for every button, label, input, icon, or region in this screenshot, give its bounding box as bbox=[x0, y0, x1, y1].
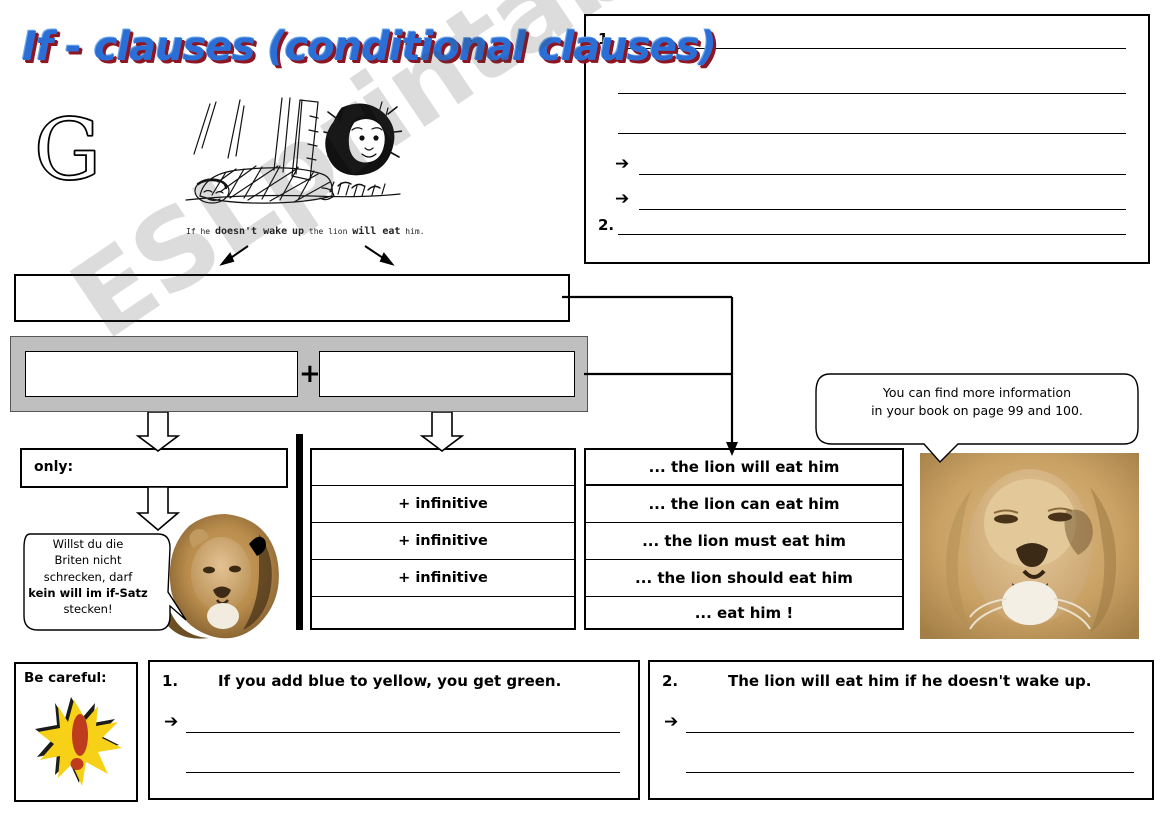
arrow-icon: ➔ bbox=[615, 154, 630, 174]
exercise-1-sentence: If you add blue to yellow, you get green… bbox=[218, 672, 562, 690]
caption-him: him. bbox=[405, 227, 425, 236]
table-row[interactable]: ... eat him ! bbox=[586, 597, 902, 628]
only-box[interactable]: only: bbox=[20, 448, 288, 488]
table-row[interactable]: ... the lion should eat him bbox=[586, 560, 902, 597]
caption-he: he bbox=[200, 227, 211, 236]
writing-line[interactable] bbox=[618, 93, 1126, 94]
cartoon-illustration bbox=[185, 97, 402, 204]
worksheet-page: ESLprintables.com If - clauses (conditio… bbox=[0, 0, 1169, 821]
caption-up: up bbox=[292, 226, 305, 237]
exercise-2-number: 2. bbox=[662, 672, 679, 690]
writing-line[interactable] bbox=[186, 732, 620, 733]
be-careful-label: Be careful: bbox=[24, 670, 107, 686]
connector-lines bbox=[562, 295, 738, 456]
vertical-divider bbox=[296, 434, 303, 630]
table-row[interactable]: ... the lion can eat him bbox=[586, 486, 902, 523]
sentence-parts-band: + bbox=[10, 336, 588, 412]
table-row[interactable]: ... the lion must eat him bbox=[586, 523, 902, 560]
be-careful-box: Be careful: bbox=[14, 662, 138, 802]
table-row[interactable]: + infinitive bbox=[312, 523, 574, 560]
table-row[interactable]: + infinitive bbox=[312, 560, 574, 597]
full-sentence-box[interactable] bbox=[14, 274, 570, 322]
writing-line[interactable] bbox=[618, 234, 1126, 235]
modal-verbs-table[interactable]: + infinitive + infinitive + infinitive bbox=[310, 448, 576, 630]
result-clauses-table[interactable]: ... the lion will eat him ... the lion c… bbox=[584, 448, 904, 630]
writing-line[interactable] bbox=[639, 209, 1126, 210]
arrow-icon: ➔ bbox=[164, 712, 179, 732]
panel-item-2-number: 2. bbox=[598, 216, 615, 234]
cartoon-caption: If he doesn't wake up the lion will eat … bbox=[186, 226, 425, 237]
exercise-2-box[interactable]: 2. The lion will eat him if he doesn't w… bbox=[648, 660, 1154, 800]
caption-if: If bbox=[186, 227, 196, 236]
exercise-1-number: 1. bbox=[162, 672, 179, 690]
german-line-1: Willst du die bbox=[52, 537, 124, 551]
grammar-marker-g: G bbox=[33, 101, 102, 199]
down-arrow-icon bbox=[135, 412, 181, 452]
exercise-1-box[interactable]: 1. If you add blue to yellow, you get gr… bbox=[148, 660, 640, 800]
table-row[interactable] bbox=[312, 597, 574, 628]
plus-sign: + bbox=[299, 359, 321, 389]
lion-photo-right bbox=[920, 453, 1139, 639]
caption-the-lion: the lion bbox=[308, 227, 348, 236]
table-row[interactable] bbox=[312, 450, 574, 486]
german-line-bold: kein will im if-Satz bbox=[28, 585, 148, 600]
caption-pointer-arrows bbox=[219, 245, 395, 266]
caption-will-eat: will eat bbox=[352, 226, 401, 237]
book-info-text: You can find more information in your bo… bbox=[820, 384, 1134, 420]
writing-line[interactable] bbox=[686, 732, 1134, 733]
only-label: only: bbox=[34, 459, 74, 475]
page-title: If - clauses (conditional clauses) bbox=[22, 24, 717, 70]
writing-line[interactable] bbox=[618, 133, 1126, 134]
arrow-icon: ➔ bbox=[664, 712, 679, 732]
arrow-icon: ➔ bbox=[615, 189, 630, 209]
book-line-2: in your book on page 99 and 100. bbox=[871, 403, 1083, 419]
writing-line[interactable] bbox=[639, 174, 1126, 175]
german-line-5: stecken! bbox=[63, 602, 113, 617]
table-row[interactable]: + infinitive bbox=[312, 486, 574, 523]
german-line-2: Briten nicht bbox=[54, 553, 122, 568]
german-tip-text: Willst du die Briten nicht schrecken, da… bbox=[24, 536, 152, 618]
writing-line[interactable] bbox=[686, 772, 1134, 773]
exercise-2-sentence: The lion will eat him if he doesn't wake… bbox=[728, 672, 1092, 690]
down-arrow-icon bbox=[419, 412, 465, 452]
if-clause-box[interactable] bbox=[25, 351, 298, 397]
writing-line[interactable] bbox=[186, 772, 620, 773]
book-line-1: You can find more information bbox=[882, 385, 1072, 400]
main-clause-box[interactable] bbox=[319, 351, 575, 397]
caption-doesnt-wake: doesn't wake bbox=[214, 226, 288, 237]
exclamation-starburst-icon bbox=[35, 697, 122, 786]
german-line-3: schrecken, darf bbox=[43, 569, 133, 584]
